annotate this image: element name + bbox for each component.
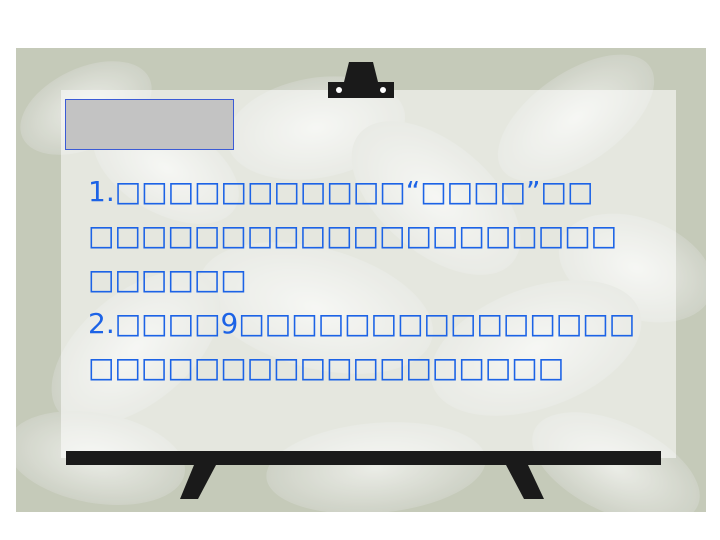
- paragraph-1: 1.□□□□□□□□□□□“□□□□”□□ □□□□□□□□□□□□□□□□□□…: [88, 170, 617, 302]
- paragraph-1-number: 1.: [88, 175, 115, 208]
- paragraph-2-line-1-text: □□□□9□□□□□□□□□□□□□□□: [114, 307, 636, 340]
- paragraph-1-line-3: □□□□□□: [88, 263, 247, 296]
- paragraph-2-line-2: □□□□□□□□□□□□□□□□□□: [88, 351, 565, 384]
- paragraph-1-line-2: □□□□□□□□□□□□□□□□□□□□: [88, 219, 618, 252]
- paragraph-1-line-1: 1.□□□□□□□□□□□“□□□□”□□: [88, 175, 593, 208]
- paragraph-2-line-1: 2.□□□□9□□□□□□□□□□□□□□□: [88, 307, 635, 340]
- paragraph-2: 2.□□□□9□□□□□□□□□□□□□□□ □□□□□□□□□□□□□□□□□…: [88, 302, 635, 390]
- paragraph-2-number: 2.: [88, 307, 115, 340]
- slide-body-text: 1.□□□□□□□□□□□“□□□□”□□ □□□□□□□□□□□□□□□□□□…: [88, 170, 635, 390]
- paragraph-1-line-1-text: □□□□□□□□□□□“□□□□”□□: [114, 175, 594, 208]
- slide: 1.□□□□□□□□□□□“□□□□”□□ □□□□□□□□□□□□□□□□□□…: [0, 0, 720, 540]
- title-box: [65, 99, 234, 150]
